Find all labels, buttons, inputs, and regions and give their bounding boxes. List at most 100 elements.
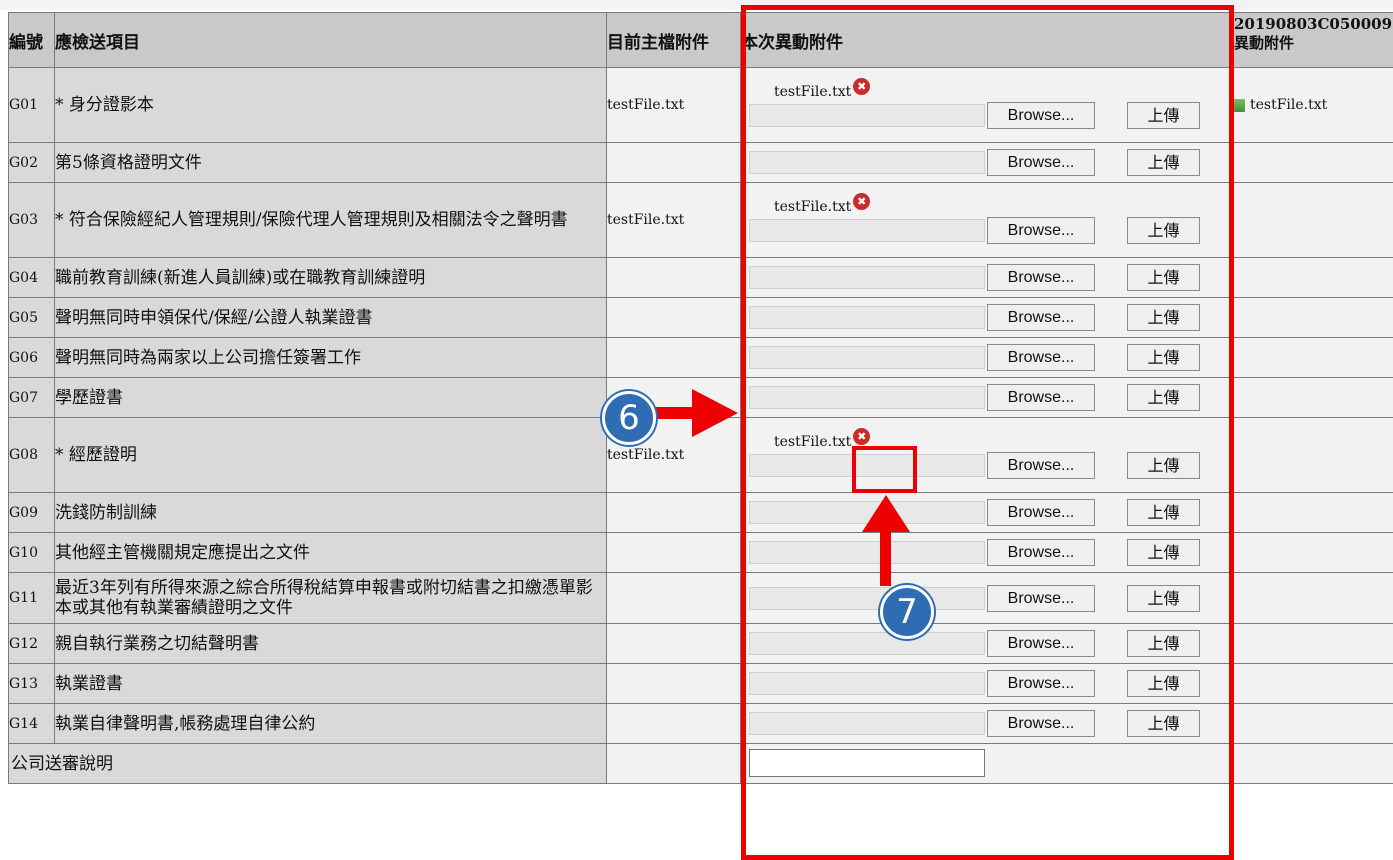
remove-file-icon[interactable]: ✖: [853, 428, 870, 445]
main-file-name[interactable]: testFile.txt: [607, 447, 684, 463]
file-path-box[interactable]: [749, 672, 985, 695]
file-path-box[interactable]: [749, 151, 985, 174]
table-row: G04職前教育訓練(新進人員訓練)或在職教育訓練證明Browse...上傳: [9, 258, 1393, 298]
extra-attachment-cell: [1234, 258, 1393, 298]
upload-control: Browse... 上傳: [741, 710, 1233, 737]
current-attachment-cell: Browse... 上傳: [741, 493, 1234, 533]
extra-file-name[interactable]: testFile.txt: [1250, 97, 1327, 113]
upload-button[interactable]: 上傳: [1127, 304, 1200, 331]
browse-button[interactable]: Browse...: [987, 304, 1095, 331]
row-code: G01: [9, 68, 55, 143]
current-file-name[interactable]: testFile.txt: [774, 434, 851, 450]
footer-label: 公司送審說明: [9, 744, 607, 784]
row-item-name: 學歷證書: [55, 378, 607, 418]
browse-button[interactable]: Browse...: [987, 630, 1095, 657]
header-extra-id: 20190803C050009: [1234, 15, 1392, 33]
browse-button[interactable]: Browse...: [987, 499, 1095, 526]
file-path-box[interactable]: [749, 541, 985, 564]
browse-button[interactable]: Browse...: [987, 102, 1095, 129]
browse-button[interactable]: Browse...: [987, 149, 1095, 176]
file-path-box[interactable]: [749, 306, 985, 329]
extra-attachment-cell: [1234, 143, 1393, 183]
upload-control: Browse... 上傳: [741, 499, 1233, 526]
row-item-name: 職前教育訓練(新進人員訓練)或在職教育訓練證明: [55, 258, 607, 298]
main-attachment-cell: [607, 143, 741, 183]
extra-attachment-cell: testFile.txt: [1234, 68, 1393, 143]
main-attachment-cell: testFile.txt: [607, 183, 741, 258]
current-file-name[interactable]: testFile.txt: [774, 84, 851, 100]
current-attachment-cell: testFile.txt✖Browse...上傳: [741, 68, 1234, 143]
file-path-box[interactable]: [749, 266, 985, 289]
file-path-box[interactable]: [749, 587, 985, 610]
header-extra-attachment: 20190803C050009異動附件: [1234, 13, 1393, 68]
header-main-attachment: 目前主檔附件: [607, 13, 741, 68]
row-item-name: 執業證書: [55, 664, 607, 704]
current-attachment-cell: Browse... 上傳: [741, 533, 1234, 573]
upload-button[interactable]: 上傳: [1127, 499, 1200, 526]
browse-button[interactable]: Browse...: [987, 585, 1095, 612]
company-remark-input[interactable]: [749, 749, 985, 777]
row-item-name: 親自執行業務之切結聲明書: [55, 624, 607, 664]
current-attachment-cell: Browse... 上傳: [741, 298, 1234, 338]
file-path-box[interactable]: [749, 346, 985, 369]
upload-button[interactable]: 上傳: [1127, 149, 1200, 176]
file-path-box[interactable]: [749, 632, 985, 655]
top-edge: [0, 0, 1393, 10]
file-path-box[interactable]: [749, 501, 985, 524]
table-row: G03* 符合保險經紀人管理規則/保險代理人管理規則及相關法令之聲明書testF…: [9, 183, 1393, 258]
upload-button[interactable]: 上傳: [1127, 264, 1200, 291]
upload-button[interactable]: 上傳: [1127, 452, 1200, 479]
footer-extra-cell: [1234, 744, 1393, 784]
file-path-box[interactable]: [749, 104, 985, 127]
upload-control: Browse... 上傳: [741, 539, 1233, 566]
row-code: G03: [9, 183, 55, 258]
upload-button[interactable]: 上傳: [1127, 630, 1200, 657]
row-code: G13: [9, 664, 55, 704]
current-attachment-cell: Browse... 上傳: [741, 258, 1234, 298]
upload-button[interactable]: 上傳: [1127, 217, 1200, 244]
file-path-box[interactable]: [749, 219, 985, 242]
main-attachment-cell: [607, 298, 741, 338]
browse-button[interactable]: Browse...: [987, 264, 1095, 291]
main-attachment-cell: [607, 664, 741, 704]
upload-button[interactable]: 上傳: [1127, 670, 1200, 697]
table-row: G01* 身分證影本testFile.txttestFile.txt✖Brows…: [9, 68, 1393, 143]
row-item-name: * 經歷證明: [55, 418, 607, 493]
current-attachment-cell: Browse... 上傳: [741, 378, 1234, 418]
browse-button[interactable]: Browse...: [987, 217, 1095, 244]
upload-control: Browse... 上傳: [741, 304, 1233, 331]
current-attachment-cell: testFile.txt✖ Browse... 上傳: [741, 418, 1234, 493]
remove-file-icon[interactable]: ✖: [853, 78, 870, 95]
current-file: testFile.txt✖: [741, 82, 1233, 102]
browse-button[interactable]: Browse...: [987, 539, 1095, 566]
browse-button[interactable]: Browse...: [987, 344, 1095, 371]
file-path-box[interactable]: [749, 712, 985, 735]
main-file-name[interactable]: testFile.txt: [607, 97, 684, 113]
header-current-attachment: 本次異動附件: [741, 13, 1234, 68]
table-row: G07學歷證書Browse...上傳: [9, 378, 1393, 418]
browse-button[interactable]: Browse...: [987, 670, 1095, 697]
browse-button[interactable]: Browse...: [987, 384, 1095, 411]
main-attachment-cell: [607, 624, 741, 664]
row-code: G02: [9, 143, 55, 183]
file-path-box[interactable]: [749, 454, 985, 477]
upload-button[interactable]: 上傳: [1127, 710, 1200, 737]
upload-button[interactable]: 上傳: [1127, 585, 1200, 612]
current-attachment-cell: Browse... 上傳: [741, 704, 1234, 744]
table-body: G01* 身分證影本testFile.txttestFile.txt✖Brows…: [9, 68, 1393, 744]
remove-file-icon[interactable]: ✖: [853, 193, 870, 210]
extra-attachment-cell: [1234, 378, 1393, 418]
current-file-name[interactable]: testFile.txt: [774, 199, 851, 215]
main-file-name[interactable]: testFile.txt: [607, 212, 684, 228]
upload-button[interactable]: 上傳: [1127, 539, 1200, 566]
upload-button[interactable]: 上傳: [1127, 344, 1200, 371]
browse-button[interactable]: Browse...: [987, 710, 1095, 737]
browse-button[interactable]: Browse...: [987, 452, 1095, 479]
header-extra-label: 異動附件: [1234, 34, 1294, 52]
upload-button[interactable]: 上傳: [1127, 102, 1200, 129]
row-item-name: 最近3年列有所得來源之綜合所得稅結算申報書或附切結書之扣繳憑單影本或其他有執業審…: [55, 573, 607, 624]
row-code: G10: [9, 533, 55, 573]
main-attachment-cell: [607, 573, 741, 624]
file-path-box[interactable]: [749, 386, 985, 409]
upload-button[interactable]: 上傳: [1127, 384, 1200, 411]
